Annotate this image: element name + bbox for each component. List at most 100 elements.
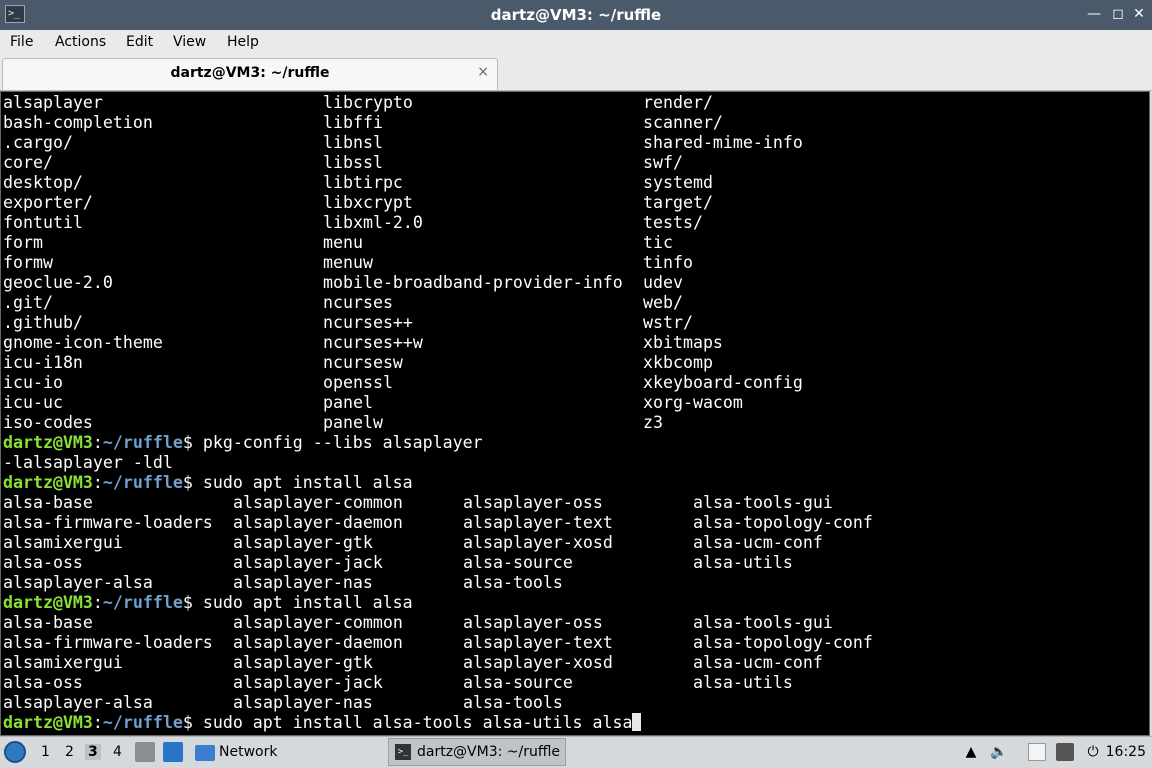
desktop-4-button[interactable]: 4 bbox=[113, 744, 122, 760]
tab-strip: dartz@VM3: ~/ruffle × bbox=[0, 56, 1152, 91]
listing-entry: alsaplayer bbox=[3, 93, 103, 112]
completion-entry: alsaplayer-daemon bbox=[233, 633, 403, 652]
menu-view[interactable]: View bbox=[173, 34, 206, 50]
completion-entry: alsaplayer-alsa bbox=[3, 573, 153, 592]
terminal-icon: >_ bbox=[395, 744, 411, 760]
window-title: dartz@VM3: ~/ruffle bbox=[490, 6, 662, 24]
listing-entry: scanner/ bbox=[643, 113, 723, 132]
completion-entry: alsa-oss bbox=[3, 553, 83, 572]
tab-label: dartz@VM3: ~/ruffle bbox=[170, 65, 330, 81]
listing-entry: bash-completion bbox=[3, 113, 153, 132]
power-icon[interactable]: ⏻ bbox=[1084, 743, 1102, 761]
clipboard-icon[interactable] bbox=[1028, 743, 1046, 761]
minimize-icon[interactable]: — bbox=[1086, 6, 1102, 22]
command-text: sudo apt install alsa-tools alsa-utils a… bbox=[192, 713, 633, 732]
tab-close-icon[interactable]: × bbox=[477, 64, 489, 80]
taskbar: 1 2 3 4 Network >_ dartz@VM3: ~/ruffle ▲… bbox=[0, 736, 1152, 768]
tray-up-icon[interactable]: ▲ bbox=[962, 743, 980, 761]
completion-entry: alsa-firmware-loaders bbox=[3, 513, 213, 532]
completion-entry: alsamixergui bbox=[3, 533, 123, 552]
text-cursor bbox=[632, 713, 642, 731]
completion-entry: alsaplayer-xosd bbox=[463, 533, 613, 552]
prompt-line: dartz@VM3:~/ruffle$ sudo apt install als… bbox=[3, 473, 413, 493]
listing-entry: openssl bbox=[323, 373, 393, 392]
listing-entry: gnome-icon-theme bbox=[3, 333, 163, 352]
completion-entry: alsaplayer-gtk bbox=[233, 533, 373, 552]
close-icon[interactable]: ✕ bbox=[1131, 6, 1147, 22]
listing-entry: ncurses bbox=[323, 293, 393, 312]
listing-entry: libxml-2.0 bbox=[323, 213, 423, 232]
folder-icon[interactable] bbox=[195, 745, 215, 761]
listing-entry: xkeyboard-config bbox=[643, 373, 803, 392]
listing-entry: render/ bbox=[643, 93, 713, 112]
listing-entry: web/ bbox=[643, 293, 683, 312]
listing-entry: icu-io bbox=[3, 373, 63, 392]
command-text: sudo apt install alsa bbox=[192, 473, 413, 492]
listing-entry: libffi bbox=[323, 113, 383, 132]
command-output: -lalsaplayer -ldl bbox=[3, 453, 173, 473]
completion-entry: alsa-source bbox=[463, 553, 573, 572]
clock: 16:25 bbox=[1105, 744, 1146, 760]
listing-entry: target/ bbox=[643, 193, 713, 212]
window-list-icon[interactable] bbox=[163, 742, 183, 762]
listing-entry: .github/ bbox=[3, 313, 83, 332]
listing-entry: ncurses++w bbox=[323, 333, 423, 352]
listing-entry: core/ bbox=[3, 153, 53, 172]
listing-entry: ncursesw bbox=[323, 353, 403, 372]
terminal-output[interactable]: alsaplayer libcrypto render/bash-completio… bbox=[0, 91, 1150, 736]
completion-entry: alsa-ucm-conf bbox=[693, 653, 823, 672]
listing-entry: xkbcomp bbox=[643, 353, 713, 372]
listing-entry: icu-i18n bbox=[3, 353, 83, 372]
listing-entry: panel bbox=[323, 393, 373, 412]
menu-bar: File Actions Edit View Help bbox=[0, 30, 1152, 56]
completion-entry: alsaplayer-daemon bbox=[233, 513, 403, 532]
completion-entry: alsa-ucm-conf bbox=[693, 533, 823, 552]
listing-entry: panelw bbox=[323, 413, 383, 432]
app-menu-icon[interactable] bbox=[4, 741, 26, 763]
menu-file[interactable]: File bbox=[10, 34, 33, 50]
prompt-separator: : bbox=[92, 713, 103, 732]
listing-entry: z3 bbox=[643, 413, 663, 432]
desktop-2-button[interactable]: 2 bbox=[65, 744, 74, 760]
prompt-dollar: $ bbox=[182, 433, 193, 452]
listing-entry: libxcrypt bbox=[323, 193, 413, 212]
network-launcher[interactable]: Network bbox=[219, 744, 277, 760]
completion-entry: alsa-oss bbox=[3, 673, 83, 692]
listing-entry: icu-uc bbox=[3, 393, 63, 412]
completion-entry: alsaplayer-text bbox=[463, 633, 613, 652]
completion-entry: alsa-base bbox=[3, 493, 93, 512]
prompt-dollar: $ bbox=[182, 713, 193, 732]
command-text: pkg-config --libs alsaplayer bbox=[192, 433, 483, 452]
completion-entry: alsaplayer-gtk bbox=[233, 653, 373, 672]
prompt-user: dartz@VM3 bbox=[3, 433, 93, 452]
output-text: -lalsaplayer -ldl bbox=[3, 453, 173, 472]
completion-entry: alsaplayer-text bbox=[463, 513, 613, 532]
menu-actions[interactable]: Actions bbox=[55, 34, 106, 50]
maximize-icon[interactable]: ◻ bbox=[1110, 6, 1126, 22]
prompt-line: dartz@VM3:~/ruffle$ sudo apt install als… bbox=[3, 713, 642, 733]
desktop-1-button[interactable]: 1 bbox=[41, 744, 50, 760]
prompt-line: dartz@VM3:~/ruffle$ pkg-config --libs al… bbox=[3, 433, 483, 453]
volume-icon[interactable]: 🔈 bbox=[990, 743, 1008, 761]
listing-entry: systemd bbox=[643, 173, 713, 192]
tab-terminal[interactable]: dartz@VM3: ~/ruffle × bbox=[2, 58, 498, 90]
prompt-user: dartz@VM3 bbox=[3, 593, 93, 612]
menu-edit[interactable]: Edit bbox=[126, 34, 153, 50]
completion-entry: alsaplayer-jack bbox=[233, 673, 383, 692]
listing-entry: tests/ bbox=[643, 213, 703, 232]
prompt-user: dartz@VM3 bbox=[3, 473, 93, 492]
taskbar-item-terminal[interactable]: >_ dartz@VM3: ~/ruffle bbox=[388, 738, 566, 766]
listing-entry: desktop/ bbox=[3, 173, 83, 192]
completion-entry: alsa-topology-conf bbox=[693, 633, 873, 652]
desktop-3-button[interactable]: 3 bbox=[85, 744, 101, 760]
completion-entry: alsaplayer-oss bbox=[463, 613, 603, 632]
network-status-icon[interactable] bbox=[1056, 743, 1074, 761]
window-titlebar: >_ dartz@VM3: ~/ruffle — ◻ ✕ bbox=[0, 0, 1152, 30]
completion-entry: alsa-topology-conf bbox=[693, 513, 873, 532]
completion-entry: alsa-tools bbox=[463, 693, 563, 712]
listing-entry: iso-codes bbox=[3, 413, 93, 432]
completion-entry: alsaplayer-alsa bbox=[3, 693, 153, 712]
show-desktop-icon[interactable] bbox=[135, 742, 155, 762]
menu-help[interactable]: Help bbox=[227, 34, 259, 50]
prompt-dollar: $ bbox=[182, 473, 193, 492]
